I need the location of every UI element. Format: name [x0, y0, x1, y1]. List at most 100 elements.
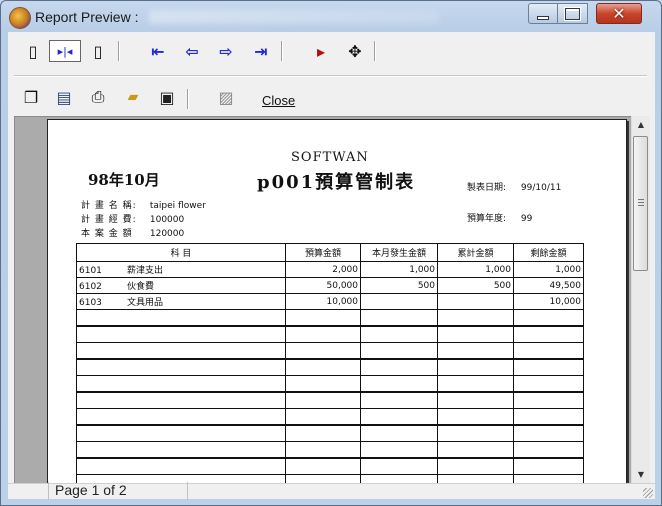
- scroll-thumb[interactable]: [633, 136, 648, 271]
- month-cell: 500: [360, 277, 438, 294]
- vertical-scrollbar[interactable]: ▲ ▼: [631, 116, 650, 483]
- account-code: 6102: [79, 282, 102, 292]
- account-name: 伙食費: [127, 282, 155, 292]
- plan-budget-row: 計 畫 經 費: 100000: [81, 212, 184, 225]
- report-preview-pane[interactable]: SOFTWAN p001預算管制表 98年10月 製表日期: 99/10/11 …: [14, 116, 633, 485]
- export-icon: ▨: [218, 87, 234, 107]
- toolbar-separator: [187, 89, 189, 109]
- column-header: 剩餘金額: [513, 243, 584, 262]
- scroll-down-icon[interactable]: ▼: [632, 466, 650, 483]
- empty-cell: [360, 358, 438, 376]
- empty-cell: [437, 309, 514, 327]
- prev-page-button[interactable]: ⇦: [179, 40, 205, 62]
- table-row: [76, 358, 584, 376]
- print-button[interactable]: ⎙: [85, 86, 111, 108]
- budget-cell: 50,000: [285, 277, 361, 294]
- cumulative-cell: [437, 293, 514, 310]
- empty-cell: [437, 408, 514, 426]
- column-header: 累計金額: [437, 243, 514, 262]
- last-page-icon: ⇥: [254, 41, 268, 61]
- window-close-button[interactable]: ✕: [596, 3, 642, 24]
- two-page-icon: ▸|◂: [57, 44, 73, 58]
- report-period: 98年10月: [88, 171, 160, 189]
- report-title: p001預算管制表: [257, 172, 416, 193]
- goto-page-button[interactable]: ▸: [308, 40, 334, 62]
- title-blurred-path: [149, 10, 439, 24]
- maximize-button[interactable]: [558, 3, 588, 24]
- print-setup-button[interactable]: ▤: [51, 86, 77, 108]
- empty-cell: [76, 457, 286, 475]
- find-button[interactable]: ✥: [342, 40, 368, 62]
- close-button[interactable]: Close: [262, 93, 295, 108]
- next-page-button[interactable]: ⇨: [213, 40, 239, 62]
- empty-cell: [285, 391, 361, 409]
- maximize-icon: [565, 7, 580, 20]
- page-width-icon: ▯: [93, 41, 103, 61]
- minimize-button[interactable]: [528, 3, 558, 24]
- empty-cell: [437, 325, 514, 343]
- save-button[interactable]: ▣: [154, 86, 180, 108]
- title-bar[interactable]: Report Preview : ✕: [1, 1, 661, 33]
- empty-cell: [360, 325, 438, 343]
- table-row: [76, 457, 584, 475]
- open-button[interactable]: ▰: [120, 86, 146, 108]
- table-row: [76, 309, 584, 327]
- empty-cell: [360, 424, 438, 442]
- plan-name-row: 計 畫 名 稱: taipei flower: [81, 198, 206, 211]
- client-area: ▯ ▸|◂ ▯ ⇤ ⇦ ⇨ ⇥ ▸ ✥ ❐ ▤ ⎙ ▰ ▣ ▨ Close SO…: [8, 32, 655, 500]
- account-code: 6101: [79, 266, 102, 276]
- cumulative-cell: 500: [437, 277, 514, 294]
- first-page-button[interactable]: ⇤: [145, 40, 171, 62]
- toolbar-separator: [118, 41, 120, 61]
- single-page-icon: ▯: [28, 41, 38, 61]
- toolbar-separator: [374, 41, 376, 61]
- empty-cell: [76, 309, 286, 327]
- empty-cell: [513, 441, 584, 459]
- empty-cell: [513, 424, 584, 442]
- account-cell: 6103 文具用品: [76, 293, 286, 310]
- empty-cell: [76, 325, 286, 343]
- plan-name-label: 計 畫 名 稱:: [81, 201, 137, 211]
- remaining-cell: 49,500: [513, 277, 584, 294]
- empty-cell: [513, 325, 584, 343]
- budget-year-row: 預算年度: 99: [467, 211, 532, 224]
- thumb-grip: [638, 205, 644, 206]
- table-row: [76, 441, 584, 459]
- copy-button[interactable]: ❐: [18, 86, 44, 108]
- empty-cell: [360, 391, 438, 409]
- table-row: [76, 342, 584, 360]
- empty-cell: [513, 309, 584, 327]
- empty-cell: [437, 424, 514, 442]
- minimize-icon: [537, 15, 549, 20]
- budget-year-value: 99: [520, 214, 533, 224]
- empty-cell: [76, 441, 286, 459]
- table-row: [76, 424, 584, 442]
- page-width-button[interactable]: ▯: [85, 40, 111, 62]
- remaining-cell: 1,000: [513, 261, 584, 278]
- empty-cell: [513, 408, 584, 426]
- scroll-up-icon[interactable]: ▲: [632, 116, 650, 133]
- table-row: [76, 375, 584, 393]
- empty-cell: [285, 325, 361, 343]
- empty-cell: [360, 457, 438, 475]
- table-row: [76, 408, 584, 426]
- resize-grip-icon[interactable]: [643, 488, 653, 498]
- empty-cell: [76, 424, 286, 442]
- empty-cell: [285, 375, 361, 393]
- empty-cell: [360, 408, 438, 426]
- next-page-icon: ⇨: [219, 41, 233, 61]
- empty-cell: [76, 391, 286, 409]
- first-page-icon: ⇤: [151, 41, 165, 61]
- month-cell: 1,000: [360, 261, 438, 278]
- thumb-grip: [638, 202, 644, 203]
- table-row: 6101 薪津支出 2,000 1,000 1,000 1,000: [76, 261, 584, 278]
- export-button[interactable]: ▨: [213, 86, 239, 108]
- last-page-button[interactable]: ⇥: [248, 40, 274, 62]
- window-title: Report Preview :: [35, 9, 139, 25]
- two-page-button[interactable]: ▸|◂: [49, 40, 81, 62]
- empty-cell: [360, 441, 438, 459]
- print-date-value: 99/10/11: [520, 183, 562, 193]
- single-page-button[interactable]: ▯: [20, 40, 46, 62]
- empty-cell: [76, 375, 286, 393]
- plan-budget-value: 100000: [149, 215, 185, 225]
